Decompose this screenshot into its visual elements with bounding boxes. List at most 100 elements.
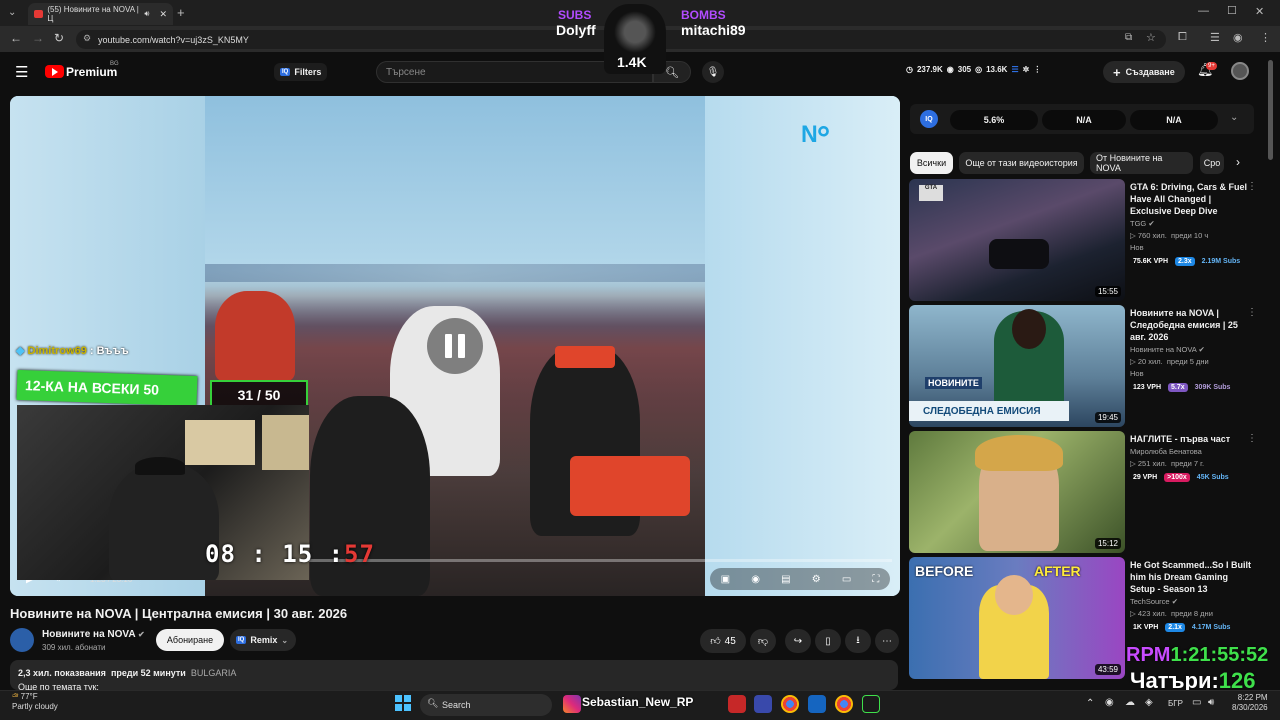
remix-button[interactable]: IQ Remix ⌄ [230,629,296,651]
forward-icon[interactable]: → [32,31,44,45]
dislike-button[interactable]: 👎︎ [750,629,776,653]
reload-icon[interactable]: ↻ [54,31,64,45]
subscribe-button[interactable]: Абониране [156,629,224,651]
more-icon[interactable]: ⋮ [1033,65,1041,74]
app-icon-red[interactable] [728,695,746,713]
rec-channel[interactable]: Новините на NOVA ✔︎ [1130,345,1205,354]
mute-tab-icon[interactable]: 🔊︎ [144,9,149,19]
account-avatar[interactable] [1231,62,1249,80]
close-window-icon[interactable]: ✕ [1255,5,1264,18]
channel-avatar[interactable] [10,628,34,652]
network-icon[interactable]: ▭ [1192,697,1201,708]
video-blur-right [705,96,900,596]
chrome-icon[interactable] [781,695,799,713]
back-icon[interactable]: ← [10,31,22,45]
install-icon[interactable]: ⧉ [1125,32,1132,43]
profile-icon[interactable]: ◉ [1233,31,1243,44]
filters-button[interactable]: IQ Filters [274,63,328,81]
mic-icon: 🎙︎ [706,66,720,78]
bookmark-star-icon[interactable]: ☆ [1146,31,1156,44]
extensions-icon[interactable]: ⧠ [1178,31,1187,44]
volume-tray-icon[interactable]: 🔊︎ [1208,697,1214,708]
rec-channel[interactable]: Миролюба Бенатова [1130,447,1202,456]
taskbar-app-label[interactable]: Sebastian_New_RP [582,695,693,709]
location-tag[interactable]: BULGARIA [191,668,237,678]
hamburger-menu-icon[interactable]: ☰ [15,63,28,81]
stats-bar: ◷ 237.9K ◉ 305 ◎ 13.6K ☰ ✲ ⋮ [906,65,1041,74]
chip-channel[interactable]: От Новините на NOVA [1090,152,1193,174]
fullscreen-icon[interactable]: ⛶ [872,574,879,585]
app-icon-active[interactable] [808,695,826,713]
rec-menu-icon[interactable]: ⋮ [1247,307,1257,318]
miniplayer-toggle-icon[interactable]: ◉ [751,574,760,585]
subscriber-count: 309 хил. абонати [42,643,106,652]
app-icon-blue[interactable] [754,695,772,713]
chips-next-icon[interactable]: › [1236,155,1240,169]
thumbnail[interactable]: GTA 15:55 [909,179,1125,301]
download-icon: ⭳ [856,634,860,646]
tray-app-icon[interactable]: ◉ [1105,697,1114,708]
bombs-label: BOMBS [681,8,726,22]
thumb-before: BEFORE [915,563,974,579]
language-indicator[interactable]: БГР [1168,699,1183,708]
new-tab-button[interactable]: + [177,5,185,20]
browser-menu-icon[interactable]: ⋮ [1260,31,1271,44]
chip-all[interactable]: Всички [910,152,953,174]
thumb-after: AFTER [1034,563,1081,579]
windows-start-icon[interactable] [395,695,411,711]
duration-badge: 15:12 [1094,538,1121,549]
rec-menu-icon[interactable]: ⋮ [1247,433,1257,444]
filters-label: Filters [294,67,322,77]
page-scrollbar[interactable] [1268,60,1273,160]
youtube-logo-icon[interactable] [45,65,64,78]
instagram-icon[interactable] [563,695,581,713]
subtitles-icon[interactable]: ▤ [781,574,790,585]
more-actions-button[interactable]: ⋯ [875,629,899,653]
tab-list-icon[interactable]: ⌄ [8,7,16,18]
theater-mode-icon[interactable]: ▭ [842,574,851,585]
weather-widget[interactable]: ⛅︎ 77°F Partly cloudy [12,692,58,712]
tray-cloud-icon[interactable]: ☁︎ [1125,697,1135,708]
browser-tab[interactable]: (55) Новините на NOVA | Ц 🔊︎ ✕ [28,3,173,25]
list-icon[interactable]: ☰ [1011,65,1018,74]
voice-search-button[interactable]: 🎙︎ [702,61,724,83]
close-tab-icon[interactable]: ✕ [159,9,167,20]
more-horizontal-icon: ⋯ [882,635,892,647]
chrome-icon-2[interactable] [835,695,853,713]
rec-channel[interactable]: TechSource ✔︎ [1130,597,1178,606]
recommendation-3[interactable]: 15:12 НАГЛИТЕ - първа част Миролюба Бена… [909,431,1259,553]
tray-expand-icon[interactable]: ⌃ [1086,698,1094,709]
iq-expand-icon[interactable]: ⌄ [1230,112,1238,123]
chip-story[interactable]: Още от тази видеоистория [959,152,1084,174]
pause-button[interactable] [427,318,483,374]
save-button[interactable]: ▯ [815,629,841,653]
iq-logo-icon[interactable]: IQ [920,110,938,128]
taskbar-clock[interactable]: 8:22 PM 8/30/2026 [1232,693,1268,713]
settings-gear-icon[interactable]: ⚙︎ [812,574,821,585]
thumbnail[interactable]: BEFORE AFTER 43:59 [909,557,1125,679]
chip-partial[interactable]: Сро [1200,152,1224,174]
like-button[interactable]: 👍︎ 45 [700,629,746,653]
app-icon-terminal[interactable] [862,695,880,713]
sparkle-icon[interactable]: ✲ [1023,65,1030,74]
thumbnail[interactable]: НОВИНИТЕ СЛЕДОБЕДНА ЕМИСИЯ 19:45 [909,305,1125,427]
recommendation-1[interactable]: GTA 15:55 GTA 6: Driving, Cars & Fuel Ha… [909,179,1259,301]
logo-text[interactable]: Premium [66,65,117,79]
site-info-icon[interactable]: ⚙︎ [83,33,91,44]
channel-name[interactable]: Новините на NOVA ✔︎ [42,629,145,640]
rec-channel[interactable]: TGG ✔︎ [1130,219,1155,228]
reading-list-icon[interactable]: ☰ [1210,31,1220,44]
download-button[interactable]: ⭳ [845,629,871,653]
tray-shield-icon[interactable]: ◈ [1145,697,1153,708]
thumbnail[interactable]: 15:12 [909,431,1125,553]
minimize-icon[interactable]: — [1198,5,1209,17]
description-box[interactable]: 2,3 хил. показвания преди 52 минути BULG… [10,660,898,692]
rec-menu-icon[interactable]: ⋮ [1247,181,1257,192]
rec-title: Новините на NOVA | Следобедна емисия | 2… [1130,308,1238,342]
iq-player-icon[interactable]: ▣ [721,574,730,585]
create-button[interactable]: + Създаване [1103,61,1185,83]
maximize-icon[interactable]: ☐ [1227,4,1237,17]
share-button[interactable]: ↪ [785,629,811,653]
recommendation-2[interactable]: НОВИНИТЕ СЛЕДОБЕДНА ЕМИСИЯ 19:45 Новинит… [909,305,1259,427]
taskbar-search[interactable]: 🔍︎ Search [420,694,552,716]
